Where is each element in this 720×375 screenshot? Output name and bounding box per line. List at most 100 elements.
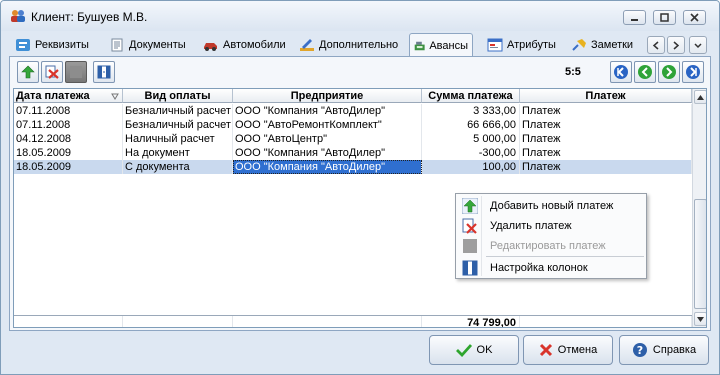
scroll-up-button[interactable] bbox=[694, 90, 706, 104]
record-counter: 5:5 bbox=[565, 66, 581, 78]
arrow-down-icon bbox=[697, 316, 704, 322]
checkmark-icon bbox=[455, 344, 472, 357]
add-arrow-icon bbox=[21, 65, 35, 79]
delete-icon bbox=[462, 218, 477, 234]
scroll-down-button[interactable] bbox=[694, 312, 706, 326]
column-header-label: Сумма платежа bbox=[428, 90, 513, 102]
cell-payment: Платеж bbox=[520, 118, 692, 132]
menu-item-edit-payment[interactable]: Редактировать платеж bbox=[458, 236, 644, 256]
cancel-button[interactable]: Отмена bbox=[523, 335, 613, 365]
cell-company-focused[interactable]: ООО "Компания "АвтоДилер" bbox=[233, 160, 422, 174]
edit-icon bbox=[463, 239, 477, 253]
requisites-icon bbox=[16, 39, 30, 51]
column-header-label: Предприятие bbox=[290, 90, 364, 102]
maximize-button[interactable] bbox=[653, 10, 676, 25]
chevron-left-icon bbox=[652, 40, 659, 50]
delete-payment-button[interactable] bbox=[41, 61, 63, 83]
menu-item-label: Редактировать платеж bbox=[490, 240, 606, 252]
tab-label: Реквизиты bbox=[35, 39, 89, 51]
tab-cars[interactable]: Автомобили bbox=[199, 34, 290, 56]
table-row[interactable]: 07.11.2008 Безналичный расчет ООО "Компа… bbox=[14, 104, 692, 118]
cell-payment: Платеж bbox=[520, 132, 692, 146]
tab-additional[interactable]: Дополнительно bbox=[295, 34, 402, 56]
column-header-label: Дата платежа bbox=[16, 90, 90, 102]
documents-icon bbox=[111, 38, 123, 52]
menu-item-delete-payment[interactable]: Удалить платеж bbox=[458, 216, 644, 236]
grid-footer: 74 799,00 bbox=[14, 315, 692, 327]
tab-notes[interactable]: Заметки bbox=[567, 34, 637, 56]
cell-amount: 3 333,00 bbox=[422, 104, 520, 118]
arrow-up-icon bbox=[697, 94, 704, 100]
client-people-icon bbox=[11, 10, 25, 22]
columns-icon bbox=[97, 65, 111, 79]
tab-label: Автомобили bbox=[223, 39, 286, 51]
ok-button[interactable]: OK bbox=[429, 335, 519, 365]
column-header-payment-type[interactable]: Вид оплаты bbox=[123, 89, 233, 103]
tab-label: Авансы bbox=[429, 39, 468, 52]
add-arrow-icon bbox=[462, 198, 478, 214]
help-label: Справка bbox=[652, 344, 697, 356]
context-menu: Добавить новый платеж Удалить платеж Ред… bbox=[455, 193, 647, 279]
column-header-company[interactable]: Предприятие bbox=[233, 89, 422, 103]
cancel-label: Отмена bbox=[557, 344, 598, 356]
close-icon bbox=[690, 13, 699, 22]
vertical-scrollbar[interactable] bbox=[692, 89, 706, 327]
add-payment-button[interactable] bbox=[17, 61, 39, 83]
sort-desc-icon bbox=[111, 93, 119, 100]
first-record-button[interactable] bbox=[610, 61, 632, 83]
table-row[interactable]: 04.12.2008 Наличный расчет ООО "АвтоЦент… bbox=[14, 132, 692, 146]
cell-amount: 5 000,00 bbox=[422, 132, 520, 146]
prev-record-icon bbox=[638, 65, 652, 79]
menu-item-label: Добавить новый платеж bbox=[490, 200, 614, 212]
menu-item-column-settings[interactable]: Настройка колонок bbox=[458, 258, 644, 278]
menu-item-label: Удалить платеж bbox=[490, 220, 572, 232]
cell-payment-type: С документа bbox=[123, 160, 233, 174]
cell-date: 04.12.2008 bbox=[14, 132, 123, 146]
last-record-button[interactable] bbox=[682, 61, 704, 83]
table-row[interactable]: 18.05.2009 На документ ООО "Компания "Ав… bbox=[14, 146, 692, 160]
minimize-button[interactable] bbox=[623, 10, 646, 25]
column-header-amount[interactable]: Сумма платежа bbox=[422, 89, 520, 103]
tab-requisites[interactable]: Реквизиты bbox=[11, 34, 93, 56]
last-record-icon bbox=[686, 65, 700, 79]
next-record-button[interactable] bbox=[658, 61, 680, 83]
cell-amount: 66 666,00 bbox=[422, 118, 520, 132]
edit-payment-button[interactable] bbox=[65, 61, 87, 83]
tab-label: Заметки bbox=[591, 39, 634, 51]
column-settings-button[interactable] bbox=[93, 61, 115, 83]
footer-cell-empty bbox=[123, 316, 233, 327]
scroll-thumb[interactable] bbox=[694, 199, 706, 309]
cell-date: 18.05.2009 bbox=[14, 160, 123, 174]
help-button[interactable]: ? Справка bbox=[619, 335, 709, 365]
close-button[interactable] bbox=[683, 10, 706, 25]
cell-amount: -300,00 bbox=[422, 146, 520, 160]
first-record-icon bbox=[614, 65, 628, 79]
prev-record-button[interactable] bbox=[634, 61, 656, 83]
svg-text:?: ? bbox=[637, 344, 643, 357]
tab-documents[interactable]: Документы bbox=[105, 34, 190, 56]
close-x-icon bbox=[539, 343, 552, 357]
menu-item-add-payment[interactable]: Добавить новый платеж bbox=[458, 196, 644, 216]
tab-label: Атрибуты bbox=[507, 39, 556, 51]
notes-pin-icon bbox=[572, 39, 586, 51]
tab-advances[interactable]: Авансы bbox=[409, 33, 473, 57]
tabs-list-button[interactable] bbox=[689, 36, 707, 54]
help-icon: ? bbox=[632, 343, 647, 357]
tab-attributes[interactable]: Атрибуты bbox=[483, 34, 560, 56]
chevron-right-icon bbox=[673, 40, 680, 50]
tabs-scroll-right[interactable] bbox=[667, 36, 685, 54]
ok-label: OK bbox=[476, 344, 493, 356]
cell-company: ООО "АвтоЦентр" bbox=[233, 132, 422, 146]
cell-company: ООО "АвтоРемонтКомплект" bbox=[233, 118, 422, 132]
tabs-scroll-left[interactable] bbox=[647, 36, 665, 54]
footer-cell-empty bbox=[14, 316, 123, 327]
cell-payment: Платеж bbox=[520, 160, 692, 174]
cell-payment: Платеж bbox=[520, 146, 692, 160]
column-header-payment[interactable]: Платеж bbox=[520, 89, 692, 103]
table-row[interactable]: 07.11.2008 Безналичный расчет ООО "АвтоР… bbox=[14, 118, 692, 132]
title-bar[interactable]: Клиент: Бушуев М.В. bbox=[1, 1, 719, 31]
column-header-date[interactable]: Дата платежа bbox=[14, 89, 123, 103]
edit-ruler-icon bbox=[300, 39, 314, 51]
table-row-selected[interactable]: 18.05.2009 С документа ООО "Компания "Ав… bbox=[14, 160, 692, 174]
tab-label: Дополнительно bbox=[319, 39, 399, 51]
